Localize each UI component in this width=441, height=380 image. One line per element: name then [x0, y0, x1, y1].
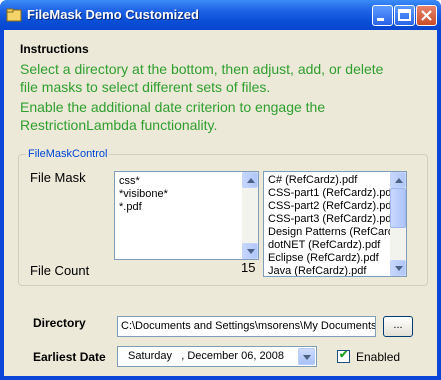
- instructions-line: file masks to select different sets of f…: [20, 79, 271, 95]
- scroll-up-icon: [395, 178, 403, 183]
- date-day: Saturday: [128, 350, 173, 362]
- list-item[interactable]: Java (RefCardz).pdf: [268, 265, 366, 276]
- list-item[interactable]: CSS-part1 (RefCardz).pdf: [268, 187, 395, 199]
- file-mask-textarea[interactable]: css* *visibone* *.pdf: [114, 171, 259, 260]
- scroll-down-button[interactable]: [242, 243, 258, 259]
- chevron-down-icon: [303, 355, 311, 360]
- title-bar[interactable]: FileMask Demo Customized: [0, 0, 441, 30]
- instructions-line: Enable the additional date criterion to …: [20, 99, 326, 115]
- main-window: FileMask Demo Customized Instructions Se…: [0, 0, 441, 380]
- scroll-down-button[interactable]: [390, 260, 406, 276]
- earliest-date-picker[interactable]: Saturday , December 06, 2008: [117, 346, 317, 367]
- scroll-down-icon: [247, 249, 255, 254]
- list-item[interactable]: Design Patterns (RefCard: [268, 226, 394, 238]
- enabled-label: Enabled: [356, 350, 401, 364]
- directory-input[interactable]: C:\Documents and Settings\msorens\My Doc…: [117, 316, 376, 337]
- scroll-thumb[interactable]: [390, 188, 406, 228]
- file-listbox[interactable]: C# (RefCardz).pdf CSS-part1 (RefCardz).p…: [263, 171, 407, 277]
- list-item[interactable]: CSS-part3 (RefCardz).pdf: [268, 213, 395, 225]
- instructions-heading: Instructions: [20, 42, 89, 56]
- scroll-down-icon: [395, 266, 403, 271]
- check-icon: ✔: [339, 349, 349, 361]
- date-dropdown-button[interactable]: [298, 348, 315, 365]
- date-rest: , December 06, 2008: [181, 350, 284, 362]
- enabled-checkbox[interactable]: ✔: [337, 349, 350, 363]
- list-item[interactable]: dotNET (RefCardz).pdf: [268, 239, 380, 251]
- scroll-up-button[interactable]: [390, 172, 406, 188]
- list-item[interactable]: CSS-part2 (RefCardz).pdf: [268, 200, 395, 212]
- filemask-group-label: FileMaskControl: [26, 148, 110, 160]
- minimize-button[interactable]: [372, 5, 393, 26]
- client-area: Instructions Select a directory at the b…: [4, 30, 437, 376]
- file-mask-label: File Mask: [30, 170, 86, 185]
- close-button[interactable]: [416, 5, 437, 26]
- file-list-scrollbar[interactable]: [390, 172, 406, 276]
- earliest-date-label: Earliest Date: [33, 350, 106, 364]
- minimize-icon: [377, 18, 384, 21]
- directory-label: Directory: [33, 316, 86, 330]
- list-item[interactable]: C# (RefCardz).pdf: [268, 174, 357, 186]
- close-icon: [421, 10, 432, 21]
- browse-button[interactable]: ...: [383, 316, 413, 337]
- mask-line: css*: [119, 175, 140, 187]
- date-value: Saturday , December 06, 2008: [128, 350, 284, 362]
- instructions-line: RestrictionLambda functionality.: [20, 117, 218, 133]
- mask-line: *visibone*: [119, 188, 168, 200]
- window-title: FileMask Demo Customized: [27, 7, 199, 22]
- mask-line: *.pdf: [119, 201, 142, 213]
- list-item[interactable]: Eclipse (RefCardz).pdf: [268, 252, 379, 264]
- instructions-line: Select a directory at the bottom, then a…: [20, 61, 384, 77]
- maximize-icon: [398, 9, 411, 21]
- file-count-value: 15: [241, 260, 256, 275]
- file-count-label: File Count: [30, 263, 90, 278]
- mask-scrollbar[interactable]: [242, 172, 258, 259]
- app-icon: [6, 8, 22, 22]
- scroll-up-button[interactable]: [242, 172, 258, 188]
- scroll-up-icon: [247, 178, 255, 183]
- maximize-button[interactable]: [394, 5, 415, 26]
